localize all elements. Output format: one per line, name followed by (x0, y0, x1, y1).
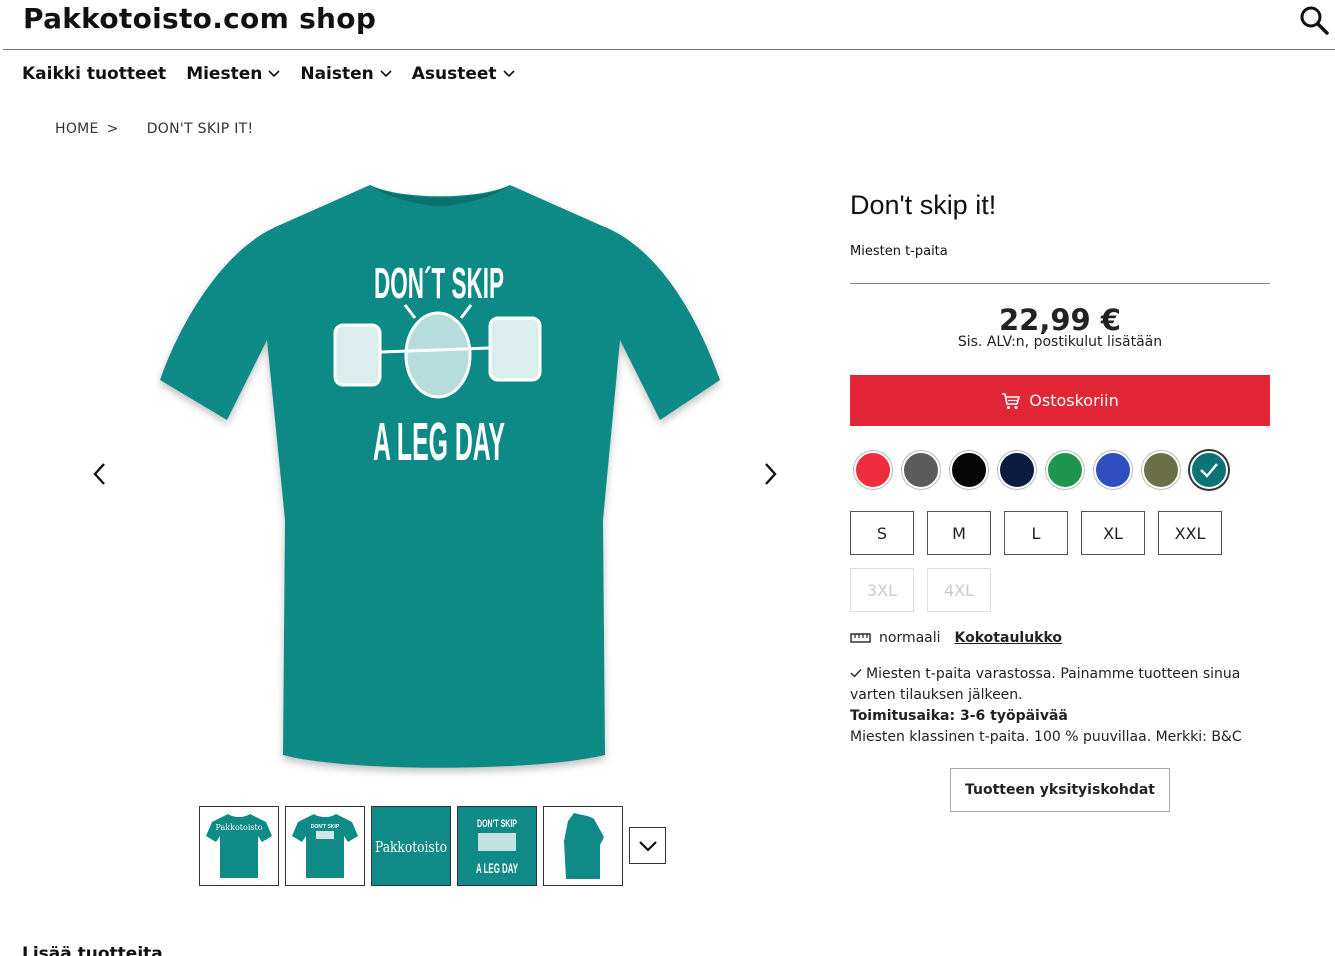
thumbnail[interactable]: Pakkotoisto (371, 806, 451, 886)
color-swatch[interactable] (854, 451, 892, 489)
nav-item-label: Kaikki tuotteet (22, 64, 167, 84)
print-text-top: DON´T SKIP (374, 259, 504, 308)
size-option-s[interactable]: S (850, 511, 914, 555)
cart-icon (1002, 392, 1021, 409)
thumbnail[interactable]: Pakkotoisto (199, 806, 279, 886)
print-closeup-thumb: DON'T SKIP A LEG DAY (476, 818, 518, 876)
print-text-bottom: A LEG DAY (373, 412, 505, 472)
nav-item-label: Asusteet (411, 64, 497, 84)
product-details-button[interactable]: Tuotteen yksityiskohdat (950, 768, 1170, 812)
size-option-3xl: 3XL (850, 568, 914, 612)
add-to-cart-label: Ostoskoriin (1029, 391, 1119, 410)
size-option-l[interactable]: L (1004, 511, 1068, 555)
color-swatch-selected[interactable] (1190, 451, 1228, 489)
color-swatch[interactable] (1046, 451, 1084, 489)
chevron-down-icon (502, 70, 515, 78)
thumbnail[interactable] (543, 806, 623, 886)
nav-item-women[interactable]: Naisten (300, 64, 392, 84)
size-option-m[interactable]: M (927, 511, 991, 555)
thumbnail[interactable]: DON'T SKIP (285, 806, 365, 886)
color-selector (854, 451, 1228, 489)
divider (850, 283, 1270, 284)
search-icon[interactable] (1299, 5, 1329, 35)
check-icon (1200, 463, 1218, 478)
main-nav: Kaikki tuotteet Miesten Naisten Asusteet (22, 64, 515, 84)
add-to-cart-button[interactable]: Ostoskoriin (850, 375, 1270, 426)
breadcrumb-current: DON'T SKIP IT! (146, 121, 254, 137)
chevron-right-icon[interactable] (758, 459, 782, 489)
color-swatch[interactable] (902, 451, 940, 489)
product-main-image: DON´T SKIP A LEG DAY (160, 185, 720, 768)
shop-title[interactable]: Pakkotoisto.com shop (23, 2, 376, 35)
more-products-heading: Lisää tuotteita (22, 944, 163, 956)
svg-text:A LEG DAY: A LEG DAY (476, 860, 518, 876)
thumbnail-strip: Pakkotoisto DON'T SKIP Pakkotoisto DON'T… (199, 806, 666, 886)
thumbnail-selected[interactable]: DON'T SKIP A LEG DAY (457, 806, 537, 886)
price-note: Sis. ALV:n, postikulut lisätään (957, 334, 1163, 350)
tshirt-back-thumb: Pakkotoisto (206, 814, 272, 878)
nav-item-label: Naisten (300, 64, 374, 84)
color-swatch[interactable] (998, 451, 1036, 489)
nav-item-accessories[interactable]: Asusteet (412, 64, 515, 84)
product-description: Miesten klassinen t-paita. 100 % puuvill… (850, 729, 1242, 745)
fit-row: normaali Kokotaulukko (850, 630, 1062, 646)
stock-info: Miesten t-paita varastossa. Painamme tuo… (850, 664, 1270, 748)
size-selector: S M L XL XXL 3XL 4XL (850, 511, 1250, 612)
breadcrumb: HOME > DON'T SKIP IT! (55, 121, 253, 137)
delivery-time: Toimitusaika: 3-6 työpäivää (850, 708, 1068, 724)
svg-text:DON'T SKIP: DON'T SKIP (477, 818, 517, 830)
breadcrumb-home[interactable]: HOME (55, 121, 99, 137)
tshirt-front-thumb: DON'T SKIP (292, 814, 358, 878)
color-swatch[interactable] (1094, 451, 1132, 489)
size-option-4xl: 4XL (927, 568, 991, 612)
stock-line: Miesten t-paita varastossa. Painamme tuo… (850, 664, 1270, 706)
nav-item-men[interactable]: Miesten (186, 64, 280, 84)
nav-item-all-products[interactable]: Kaikki tuotteet (22, 64, 166, 84)
logo-closeup-thumb: Pakkotoisto (375, 838, 447, 856)
check-icon (850, 669, 862, 678)
product-title: Don't skip it! (850, 190, 997, 220)
product-price: 22,99 € (998, 303, 1121, 337)
size-option-xl[interactable]: XL (1081, 511, 1145, 555)
size-option-xxl[interactable]: XXL (1158, 511, 1222, 555)
fit-label: normaali (879, 630, 941, 646)
stock-text: Miesten t-paita varastossa. Painamme tuo… (850, 666, 1241, 703)
svg-text:DON'T SKIP: DON'T SKIP (311, 824, 340, 830)
color-swatch[interactable] (950, 451, 988, 489)
nav-item-label: Miesten (186, 64, 263, 84)
chevron-down-icon (268, 70, 280, 78)
product-subtitle: Miesten t-paita (850, 244, 948, 259)
size-table-link[interactable]: Kokotaulukko (955, 630, 1063, 646)
breadcrumb-separator: > (106, 121, 119, 137)
svg-text:Pakkotoisto: Pakkotoisto (375, 838, 447, 856)
color-swatch[interactable] (1142, 451, 1180, 489)
more-thumbnails-button[interactable] (629, 827, 666, 864)
site-header: Pakkotoisto.com shop (3, 0, 1335, 50)
chevron-down-icon (380, 70, 392, 78)
chevron-left-icon[interactable] (88, 459, 112, 489)
svg-text:Pakkotoisto: Pakkotoisto (215, 823, 262, 832)
chevron-down-icon (638, 840, 657, 852)
ruler-icon (850, 633, 871, 643)
tshirt-side-thumb (564, 813, 604, 879)
